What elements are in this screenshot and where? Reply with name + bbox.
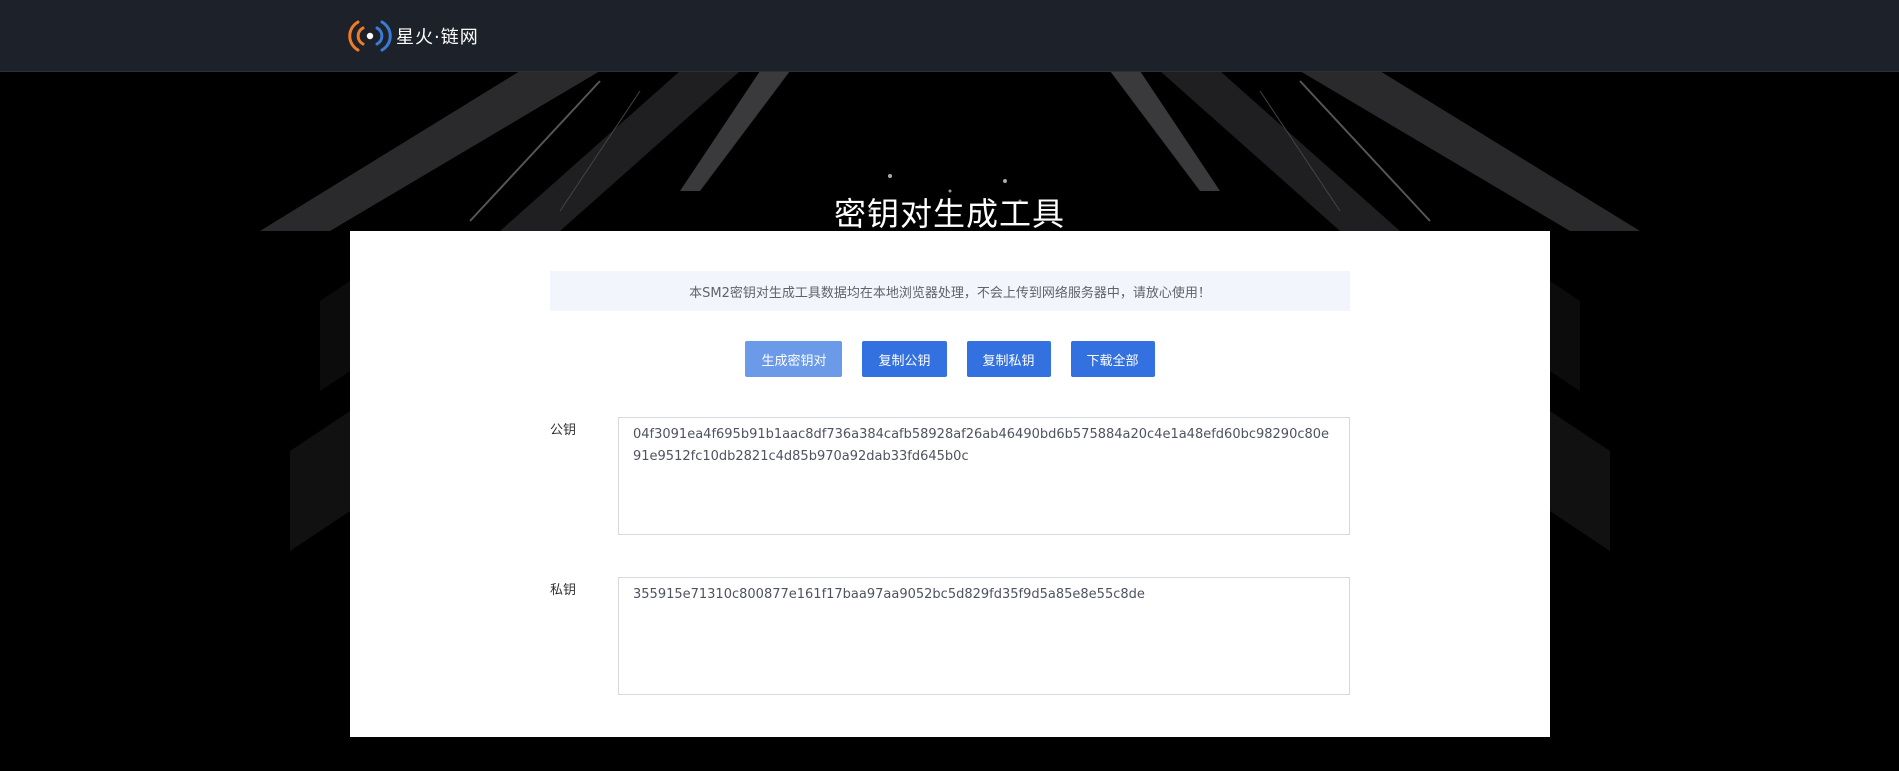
generate-keypair-button[interactable]: 生成密钥对 — [745, 341, 843, 377]
page-title: 密钥对生成工具 — [833, 195, 1065, 233]
private-key-textarea[interactable]: 355915e71310c800877e161f17baa97aa9052bc5… — [618, 577, 1350, 695]
public-key-textarea[interactable]: 04f3091ea4f695b91b1aac8df736a384cafb5892… — [618, 417, 1350, 535]
private-key-label: 私钥 — [550, 583, 577, 598]
broadcast-signal-icon — [348, 18, 392, 54]
download-all-button[interactable]: 下载全部 — [1070, 341, 1155, 377]
privacy-notice: 本SM2密钥对生成工具数据均在本地浏览器处理，不会上传到网络服务器中，请放心使用… — [550, 271, 1350, 311]
key-generator-card: 本SM2密钥对生成工具数据均在本地浏览器处理，不会上传到网络服务器中，请放心使用… — [350, 231, 1550, 737]
page: 密钥对生成工具 星火·链网 本SM2密钥对生成工具数据均在本地浏览器处理，不会上… — [0, 0, 1899, 771]
brand-logo[interactable]: 星火·链网 — [348, 18, 479, 54]
copy-private-key-button[interactable]: 复制私钥 — [966, 341, 1051, 377]
action-button-row: 生成密钥对 复制公钥 复制私钥 下载全部 — [350, 341, 1550, 377]
copy-public-key-button[interactable]: 复制公钥 — [862, 341, 947, 377]
public-key-label: 公钥 — [550, 423, 577, 438]
top-navigation-bar: 星火·链网 — [0, 0, 1899, 72]
brand-name: 星火·链网 — [396, 27, 479, 48]
